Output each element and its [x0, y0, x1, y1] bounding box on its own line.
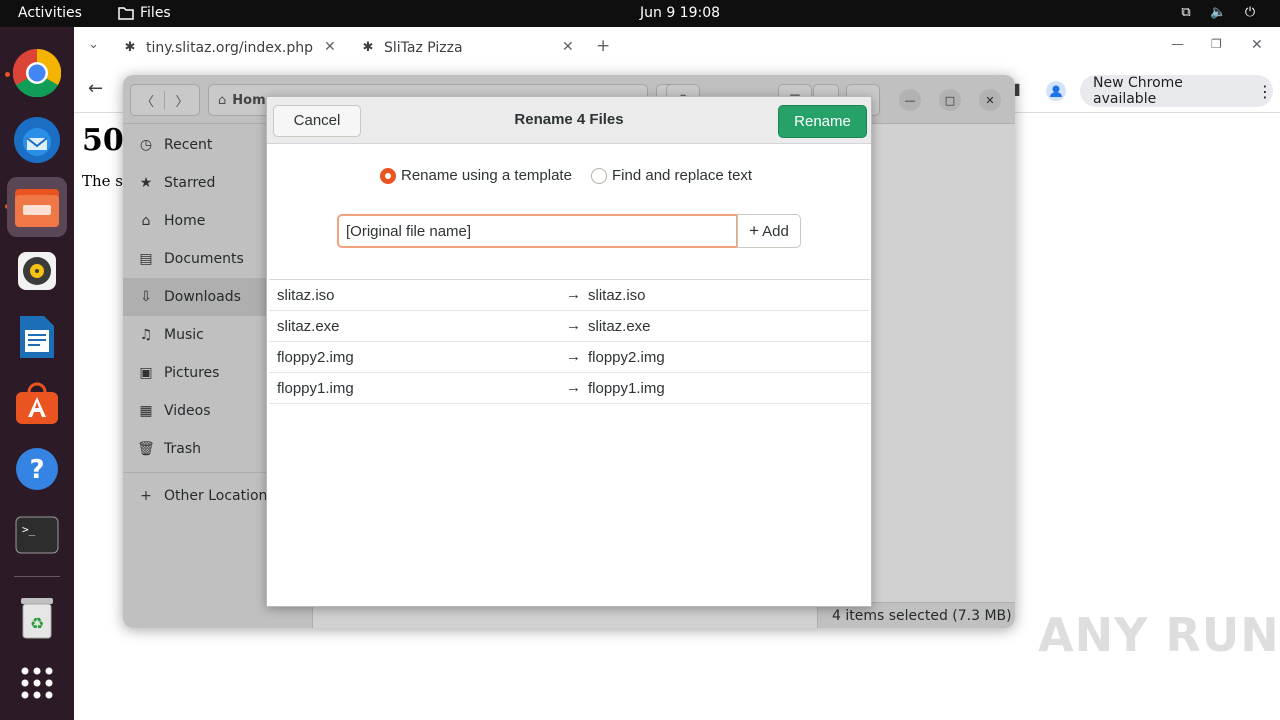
network-icon: ⧉: [1181, 5, 1191, 20]
arrow-right-icon: →: [566, 348, 581, 365]
help-icon: ?: [16, 448, 58, 490]
more-menu-icon: ⋮: [1257, 81, 1273, 101]
tab-strip: ⌄ ✱ tiny.slitaz.org/index.php ✕ ✱ SliTaz…: [74, 27, 1280, 67]
chrome-icon: [13, 49, 61, 97]
slitaz-favicon-icon: ✱: [362, 40, 374, 55]
writer-icon: [20, 316, 54, 358]
tab-title: SliTaz Pizza: [384, 40, 463, 56]
original-name: slitaz.iso: [277, 287, 335, 304]
app-menu-label: Files: [140, 5, 171, 21]
new-name: floppy2.img: [588, 349, 665, 366]
slitaz-favicon-icon: ✱: [124, 40, 136, 55]
profile-avatar-icon[interactable]: [1046, 81, 1066, 101]
new-chrome-available-button[interactable]: New Chrome available ⋮: [1080, 75, 1273, 107]
dock-thunderbird[interactable]: [13, 116, 61, 164]
dock-ubuntu-software[interactable]: [13, 379, 61, 427]
svg-text:♻: ♻: [30, 614, 44, 633]
trash-icon: ♻: [21, 598, 53, 639]
minimize-icon[interactable]: —: [1171, 37, 1184, 52]
dock-writer[interactable]: [13, 313, 61, 361]
tab-close-icon[interactable]: ✕: [324, 39, 336, 55]
files-icon: [15, 189, 59, 227]
app-menu[interactable]: Files: [118, 5, 171, 21]
gnome-top-bar: Activities Files Jun 9 19:08 ⧉ 🔈 ⏻: [0, 0, 1280, 27]
new-chrome-label: New Chrome available: [1093, 75, 1183, 107]
tab-slitaz-index[interactable]: ✱ tiny.slitaz.org/index.php ✕: [122, 33, 344, 63]
mode-replace-label: Find and replace text: [612, 167, 753, 184]
new-name: slitaz.exe: [588, 318, 651, 335]
arrow-right-icon: →: [566, 286, 581, 303]
list-item: slitaz.iso → slitaz.iso: [269, 280, 870, 311]
dock-help[interactable]: ?: [13, 445, 61, 493]
power-icon: ⏻: [1244, 5, 1256, 20]
rename-preview-list: slitaz.iso → slitaz.iso slitaz.exe → sli…: [269, 279, 870, 606]
dock-rhythmbox[interactable]: [13, 247, 61, 295]
list-item: floppy1.img → floppy1.img: [269, 373, 870, 404]
back-icon[interactable]: ←: [88, 78, 103, 99]
terminal-icon: >_: [15, 516, 59, 554]
list-item: floppy2.img → floppy2.img: [269, 342, 870, 373]
dock-trash[interactable]: ♻: [13, 594, 61, 642]
restore-icon[interactable]: ❐: [1211, 37, 1222, 51]
original-name: floppy2.img: [277, 349, 354, 366]
dock-chrome[interactable]: [13, 49, 61, 97]
dock-separator: [14, 576, 60, 577]
svg-text:>_: >_: [22, 523, 36, 536]
new-tab-icon[interactable]: +: [596, 36, 610, 56]
running-indicator: [5, 72, 10, 77]
new-name: slitaz.iso: [588, 287, 646, 304]
activities-button[interactable]: Activities: [18, 5, 82, 21]
close-window-icon[interactable]: ✕: [1251, 37, 1263, 53]
arrow-right-icon: →: [566, 379, 581, 396]
tab-search-icon[interactable]: ⌄: [88, 37, 99, 52]
app-grid-icon: [21, 667, 53, 699]
list-item: slitaz.exe → slitaz.exe: [269, 311, 870, 342]
dock: ? >_ ♻: [0, 27, 74, 720]
thunderbird-icon: [14, 117, 60, 163]
rename-dialog: Cancel Rename 4 Files Rename Rename usin…: [266, 96, 872, 607]
radio-unselected-icon: [591, 167, 607, 184]
svg-text:?: ?: [29, 455, 44, 485]
original-name: floppy1.img: [277, 380, 354, 397]
add-label: Add: [762, 222, 789, 240]
dialog-headerbar: Cancel Rename 4 Files Rename: [267, 97, 871, 144]
volume-icon: 🔈: [1210, 5, 1227, 20]
mode-template-option[interactable]: Rename using a template: [380, 167, 572, 184]
anyrun-watermark: ANY RUN: [1038, 608, 1280, 662]
plus-icon: +: [749, 221, 760, 240]
rename-button[interactable]: Rename: [778, 105, 867, 138]
clock[interactable]: Jun 9 19:08: [640, 5, 720, 21]
tab-close-icon[interactable]: ✕: [562, 39, 574, 55]
rhythmbox-icon: [18, 252, 56, 290]
tab-title: tiny.slitaz.org/index.php: [146, 40, 314, 56]
folder-icon: [118, 7, 134, 20]
software-store-icon: [16, 382, 58, 424]
arrow-right-icon: →: [566, 317, 581, 334]
new-name: floppy1.img: [588, 380, 665, 397]
original-name: slitaz.exe: [277, 318, 340, 335]
show-applications-button[interactable]: [13, 659, 61, 707]
mode-template-label: Rename using a template: [401, 167, 572, 184]
radio-selected-icon: [380, 167, 396, 184]
system-tray[interactable]: ⧉ 🔈 ⏻: [1178, 5, 1258, 21]
mode-replace-option[interactable]: Find and replace text: [591, 167, 752, 184]
tab-slitaz-pizza[interactable]: ✱ SliTaz Pizza ✕: [360, 33, 582, 63]
add-tag-button[interactable]: + Add: [737, 214, 801, 248]
dock-terminal[interactable]: >_: [13, 511, 61, 559]
dock-files[interactable]: [7, 177, 67, 237]
template-input[interactable]: [337, 214, 738, 248]
